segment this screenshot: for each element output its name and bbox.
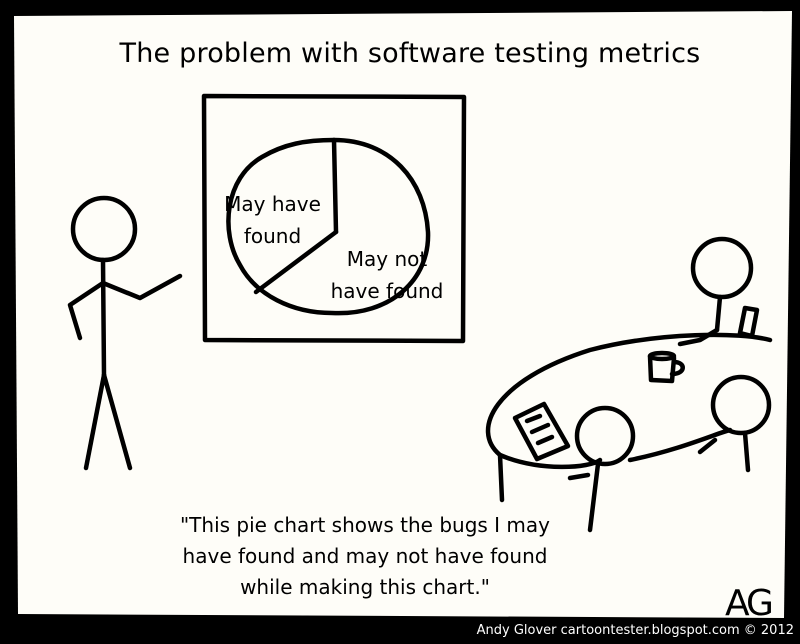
pie-label-not-found-line1: May not	[346, 247, 428, 271]
credit-line: Andy Glover cartoontester.blogspot.com ©…	[476, 623, 794, 638]
caption-line-2: have found and may not have found	[182, 544, 548, 568]
caption-line-1: "This pie chart shows the bugs I may	[179, 513, 550, 537]
comic-panel: The problem with software testing metric…	[0, 0, 800, 640]
pie-label-not-found: May not have found	[322, 243, 452, 307]
presenter-body	[100, 257, 107, 378]
author-signature: AG	[725, 583, 774, 624]
pie-slice-line-vertical	[331, 137, 339, 235]
pie-label-not-found-line2: have found	[330, 279, 444, 303]
caption-line-3: while making this chart."	[240, 575, 490, 599]
pie-label-found-line1: May have	[224, 192, 321, 216]
pie-label-found: May have found	[220, 188, 325, 252]
table-leg-left	[497, 452, 505, 503]
speech-caption: "This pie chart shows the bugs I may hav…	[150, 510, 580, 603]
pie-label-found-line2: found	[243, 224, 302, 248]
comic-title: The problem with software testing metric…	[119, 38, 701, 69]
